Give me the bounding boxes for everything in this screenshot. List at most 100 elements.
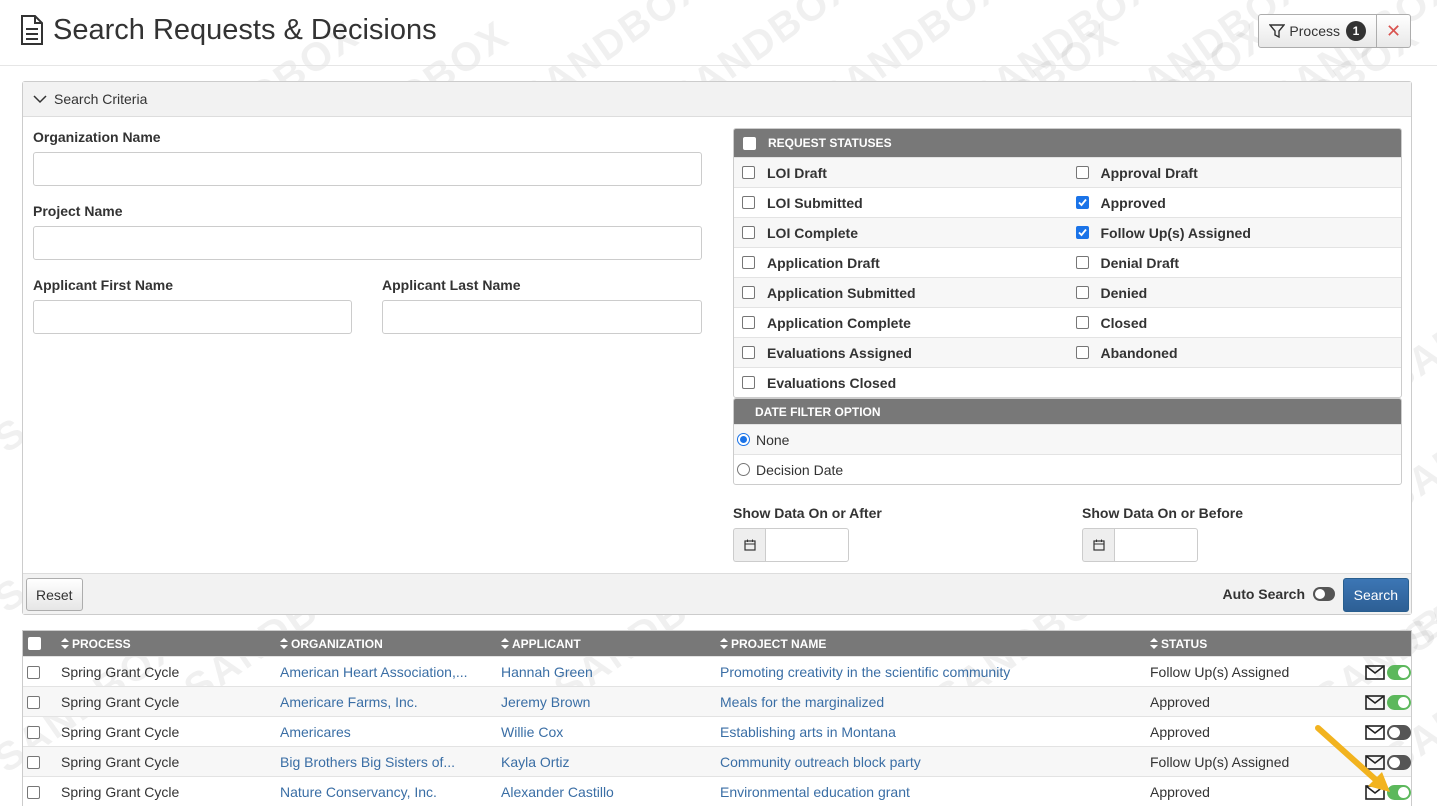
organization-link[interactable]: Americares <box>280 717 351 747</box>
project-link[interactable]: Meals for the marginalized <box>720 687 884 717</box>
date-option-decision-date-radio[interactable] <box>737 463 750 476</box>
document-icon <box>21 15 43 45</box>
status-option <box>1068 368 1402 397</box>
status-checkbox[interactable] <box>1075 316 1089 329</box>
select-all-statuses-checkbox[interactable] <box>743 136 756 150</box>
date-after-field[interactable] <box>733 528 849 562</box>
request-statuses-title: REQUEST STATUSES <box>768 136 892 150</box>
status-checkbox[interactable] <box>742 256 755 269</box>
row-toggle[interactable] <box>1387 694 1411 710</box>
status-option[interactable]: Application Complete <box>734 308 1068 337</box>
status-option[interactable]: Evaluations Closed <box>734 368 1068 397</box>
status-option[interactable]: LOI Draft <box>734 158 1068 187</box>
row-checkbox[interactable] <box>27 785 40 799</box>
close-button[interactable]: ✕ <box>1377 14 1411 48</box>
status-option[interactable]: Abandoned <box>1068 338 1402 367</box>
status-checkbox[interactable] <box>742 316 755 329</box>
column-organization[interactable]: ORGANIZATION <box>280 631 383 656</box>
applicant-link[interactable]: Jeremy Brown <box>501 687 590 717</box>
applicant-link[interactable]: Hannah Green <box>501 657 593 687</box>
auto-search-toggle[interactable] <box>1313 587 1335 601</box>
calendar-icon[interactable] <box>1082 528 1114 562</box>
row-toggle[interactable] <box>1387 664 1411 680</box>
organization-link[interactable]: American Heart Association,... <box>280 657 468 687</box>
applicant-link[interactable]: Willie Cox <box>501 717 563 747</box>
status-checkbox[interactable] <box>1075 346 1089 359</box>
status-checkbox[interactable] <box>742 196 755 209</box>
project-link[interactable]: Establishing arts in Montana <box>720 717 896 747</box>
table-row[interactable]: Spring Grant Cycle Americare Farms, Inc. J… <box>23 686 1411 716</box>
search-criteria-toggle[interactable]: Search Criteria <box>23 82 1411 117</box>
status-option[interactable]: Application Draft <box>734 248 1068 277</box>
status-checkbox[interactable] <box>1075 166 1089 179</box>
status-option[interactable]: Approved <box>1068 188 1402 217</box>
row-checkbox[interactable] <box>27 755 40 769</box>
organization-link[interactable]: Big Brothers Big Sisters of... <box>280 747 455 777</box>
envelope-icon[interactable] <box>1365 664 1385 680</box>
status-checkbox[interactable] <box>742 376 755 389</box>
applicant-link[interactable]: Kayla Ortiz <box>501 747 569 777</box>
column-project-name[interactable]: PROJECT NAME <box>720 631 826 656</box>
status-option[interactable]: Application Submitted <box>734 278 1068 307</box>
date-after-input[interactable] <box>765 528 849 562</box>
table-row[interactable]: Spring Grant Cycle American Heart Associa… <box>23 656 1411 686</box>
row-checkbox[interactable] <box>27 665 40 679</box>
status-label: Application Draft <box>767 254 880 271</box>
status-option[interactable]: Evaluations Assigned <box>734 338 1068 367</box>
applicant-last-name-input[interactable] <box>382 300 702 334</box>
table-row[interactable]: Spring Grant Cycle Nature Conservancy, In… <box>23 776 1411 806</box>
table-row[interactable]: Spring Grant Cycle Americares Willie Cox Es… <box>23 716 1411 746</box>
date-option-decision-date[interactable]: Decision Date <box>734 454 1401 484</box>
search-button[interactable]: Search <box>1342 578 1409 612</box>
search-criteria-title: Search Criteria <box>54 91 148 107</box>
status-option[interactable]: Follow Up(s) Assigned <box>1068 218 1402 247</box>
status-option[interactable]: Denial Draft <box>1068 248 1402 277</box>
status-label: Denial Draft <box>1100 254 1180 271</box>
organization-name-input[interactable] <box>33 152 702 186</box>
status-row: LOI Submitted Approved <box>734 187 1401 217</box>
reset-button[interactable]: Reset <box>26 578 83 611</box>
process-cell: Spring Grant Cycle <box>61 694 180 710</box>
status-checkbox[interactable] <box>742 286 755 299</box>
status-checkbox[interactable] <box>1075 286 1089 299</box>
process-count-badge: 1 <box>1346 21 1366 41</box>
project-link[interactable]: Promoting creativity in the scientific c… <box>720 657 1010 687</box>
status-option[interactable]: Approval Draft <box>1068 158 1402 187</box>
row-checkbox[interactable] <box>27 695 40 709</box>
calendar-icon[interactable] <box>733 528 765 562</box>
date-option-none-radio[interactable] <box>737 433 750 446</box>
status-checkbox[interactable] <box>742 166 755 179</box>
project-link[interactable]: Community outreach block party <box>720 747 921 777</box>
status-option[interactable]: Denied <box>1068 278 1402 307</box>
status-cell: Follow Up(s) Assigned <box>1150 664 1290 680</box>
column-applicant[interactable]: APPLICANT <box>501 631 581 656</box>
status-checkbox[interactable] <box>1075 196 1089 209</box>
status-option[interactable]: LOI Submitted <box>734 188 1068 217</box>
status-option[interactable]: Closed <box>1068 308 1402 337</box>
row-checkbox[interactable] <box>27 725 40 739</box>
date-option-none[interactable]: None <box>734 424 1401 454</box>
status-checkbox[interactable] <box>742 346 755 359</box>
date-before-input[interactable] <box>1114 528 1198 562</box>
sort-icon <box>1150 638 1158 649</box>
status-checkbox[interactable] <box>1075 226 1089 239</box>
status-label: LOI Complete <box>767 224 859 241</box>
organization-link[interactable]: Americare Farms, Inc. <box>280 687 418 717</box>
table-row[interactable]: Spring Grant Cycle Big Brothers Big Siste… <box>23 746 1411 776</box>
status-checkbox[interactable] <box>742 226 755 239</box>
applicant-first-name-input[interactable] <box>33 300 352 334</box>
applicant-link[interactable]: Alexander Castillo <box>501 777 614 807</box>
envelope-icon[interactable] <box>1365 694 1385 710</box>
organization-link[interactable]: Nature Conservancy, Inc. <box>280 777 437 807</box>
status-label: Approval Draft <box>1100 164 1198 181</box>
status-checkbox[interactable] <box>1075 256 1089 269</box>
process-button[interactable]: Process 1 <box>1258 14 1377 48</box>
column-process[interactable]: PROCESS <box>61 631 131 656</box>
project-name-input[interactable] <box>33 226 702 260</box>
date-before-field[interactable] <box>1082 528 1198 562</box>
project-link[interactable]: Environmental education grant <box>720 777 910 807</box>
status-option[interactable]: LOI Complete <box>734 218 1068 247</box>
column-status[interactable]: STATUS <box>1150 631 1207 656</box>
select-all-rows-checkbox[interactable] <box>28 637 41 650</box>
sort-icon <box>501 638 509 649</box>
